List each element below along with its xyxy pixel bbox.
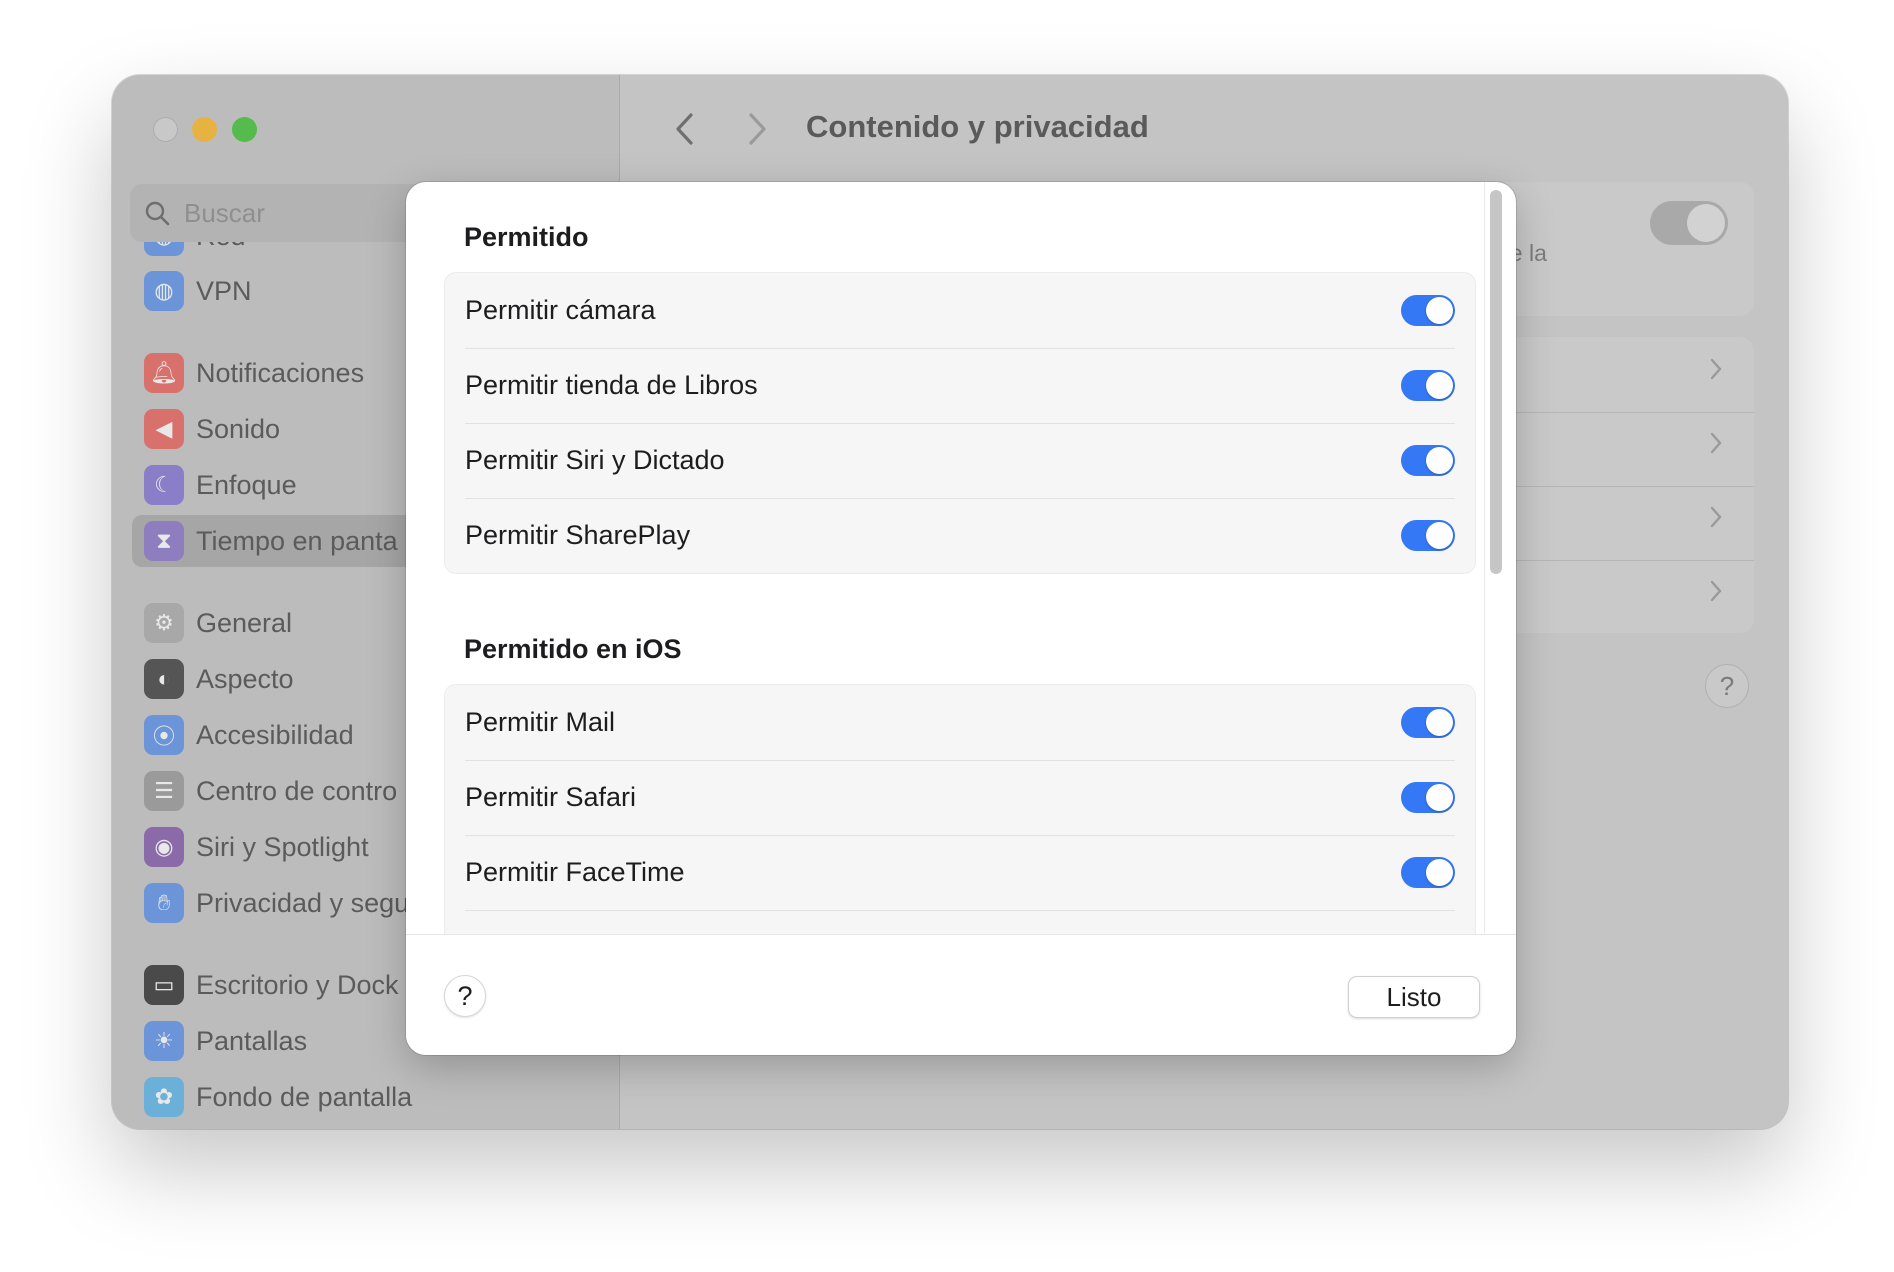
scrollbar-thumb[interactable] — [1490, 190, 1502, 574]
chevron-right-icon — [1710, 506, 1722, 528]
siri-icon: ◉ — [144, 827, 184, 867]
background-help-button: ? — [1705, 664, 1749, 708]
list-item: Permitir tienda de Libros — [445, 348, 1475, 423]
list-item: Permitir SharePlay — [445, 498, 1475, 573]
done-button[interactable]: Listo — [1348, 976, 1480, 1018]
maximize-window-button[interactable] — [232, 117, 257, 142]
hand-icon: ✋︎ — [144, 883, 184, 923]
allow-safari-toggle[interactable] — [1401, 782, 1455, 813]
chevron-right-icon — [1710, 580, 1722, 602]
chevron-right-icon — [1710, 432, 1722, 454]
allow-mail-toggle[interactable] — [1401, 707, 1455, 738]
search-placeholder: Buscar — [184, 197, 265, 228]
search-icon — [145, 201, 170, 226]
flower-icon: ✿ — [144, 1077, 184, 1117]
sheet-footer: ? Listo — [406, 934, 1516, 1055]
globe-icon: ◍ — [144, 242, 184, 256]
allow-siri-dictation-toggle[interactable] — [1401, 445, 1455, 476]
sidebar-item-fondo-de-pantalla[interactable]: ✿ Fondo de pantalla — [132, 1071, 602, 1123]
list-item: Permitir FaceTime — [445, 835, 1475, 910]
page-title: Contenido y privacidad — [806, 109, 1149, 144]
allow-camera-toggle[interactable] — [1401, 295, 1455, 326]
accessibility-icon: ⦿ — [144, 715, 184, 755]
gear-icon: ⚙︎ — [144, 603, 184, 643]
list-item: Permitir Mail — [445, 685, 1475, 760]
minimize-window-button[interactable] — [192, 117, 217, 142]
dock-icon: ▭ — [144, 965, 184, 1005]
allow-shareplay-toggle[interactable] — [1401, 520, 1455, 551]
forward-chevron-icon[interactable] — [742, 111, 772, 147]
allow-books-store-toggle[interactable] — [1401, 370, 1455, 401]
section-title-permitido: Permitido — [464, 222, 589, 252]
globe-icon: ◍ — [144, 271, 184, 311]
control-center-icon: ☰ — [144, 771, 184, 811]
list-item: Permitir Siri y Dictado — [445, 423, 1475, 498]
chevron-right-icon — [1710, 358, 1722, 380]
allow-facetime-toggle[interactable] — [1401, 857, 1455, 888]
background-divider — [1505, 412, 1754, 413]
scrollbar-track — [1484, 182, 1485, 934]
close-window-button[interactable] — [153, 117, 178, 142]
back-chevron-icon[interactable] — [670, 111, 700, 147]
background-divider — [1505, 486, 1754, 487]
list-item — [445, 910, 1475, 934]
sheet-scroll-area[interactable]: Permitido Permitir cámara Permitir tiend… — [406, 182, 1516, 934]
background-divider — [1505, 560, 1754, 561]
content-privacy-sheet: Permitido Permitir cámara Permitir tiend… — [406, 182, 1516, 1055]
main-header: Contenido y privacidad — [620, 75, 1788, 183]
list-item: Permitir Safari — [445, 760, 1475, 835]
sun-icon: ☀︎ — [144, 1021, 184, 1061]
hourglass-icon: ⧗ — [144, 521, 184, 561]
section-title-permitido-en-ios: Permitido en iOS — [464, 634, 682, 664]
moon-icon: ☾ — [144, 465, 184, 505]
list-item: Permitir cámara — [445, 273, 1475, 348]
appearance-icon: ◐ — [144, 659, 184, 699]
help-button[interactable]: ? — [444, 975, 486, 1017]
background-toggle — [1650, 201, 1728, 245]
permitido-group: Permitir cámara Permitir tienda de Libro… — [444, 272, 1476, 574]
speaker-icon: ◀︎ — [144, 409, 184, 449]
permitido-en-ios-group: Permitir Mail Permitir Safari Permitir F… — [444, 684, 1476, 934]
bell-icon: 🔔︎ — [144, 353, 184, 393]
